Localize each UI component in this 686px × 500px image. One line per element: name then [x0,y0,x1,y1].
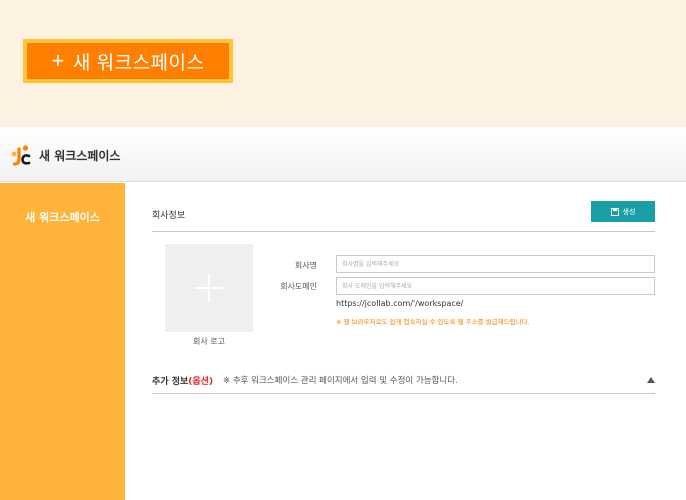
company-logo-upload[interactable] [165,244,253,332]
workspace-url-hint: https://jcollab.com/'/workspace/ [336,299,464,308]
section-title-company-info: 회사정보 [152,211,186,221]
create-button[interactable]: 생성 [591,201,655,222]
create-button-label: 생성 [622,207,636,216]
app-header: 새 워크스페이스 [0,127,686,182]
plus-icon: + [51,48,65,73]
jcollab-logo-icon [11,145,31,166]
company-name-input[interactable] [336,255,655,273]
sidebar: 새 워크스페이스 [0,183,125,500]
extra-info-divider [152,393,655,394]
extra-info-title: 추가 정보(옵션) [152,377,214,387]
app-title: 새 워크스페이스 [39,149,121,163]
new-workspace-banner-button[interactable]: + 새 워크스페이스 [23,39,233,83]
extra-info-note: ※ 추후 워크스페이스 관리 페이지에서 입력 및 수정이 가능합니다. [223,376,458,386]
sidebar-item-new-workspace[interactable]: 새 워크스페이스 [0,209,125,225]
plus-icon [195,274,223,302]
company-domain-input[interactable] [336,277,655,295]
company-name-label: 회사명 [294,261,317,270]
section-divider [152,231,655,232]
company-logo-caption: 회사 로고 [193,337,225,346]
optional-tag: (옵션) [188,377,214,387]
new-workspace-banner-label: 새 워크스페이스 [72,52,205,74]
extra-info-toggle[interactable]: 추가 정보(옵션) ※ 추후 워크스페이스 관리 페이지에서 입력 및 수정이 … [152,374,655,394]
url-notice: ※ 웹 브라우저로도 쉽게 접속하실 수 있도록 웹 주소를 발급해드립니다. [336,318,530,326]
caret-up-icon [647,377,655,383]
main-content: 회사정보 생성 회사 로고 회사명 회사도메인 https://jcollab.… [125,183,686,500]
save-icon [610,207,619,216]
company-domain-label: 회사도메인 [280,282,317,291]
top-banner: + 새 워크스페이스 [0,0,686,127]
